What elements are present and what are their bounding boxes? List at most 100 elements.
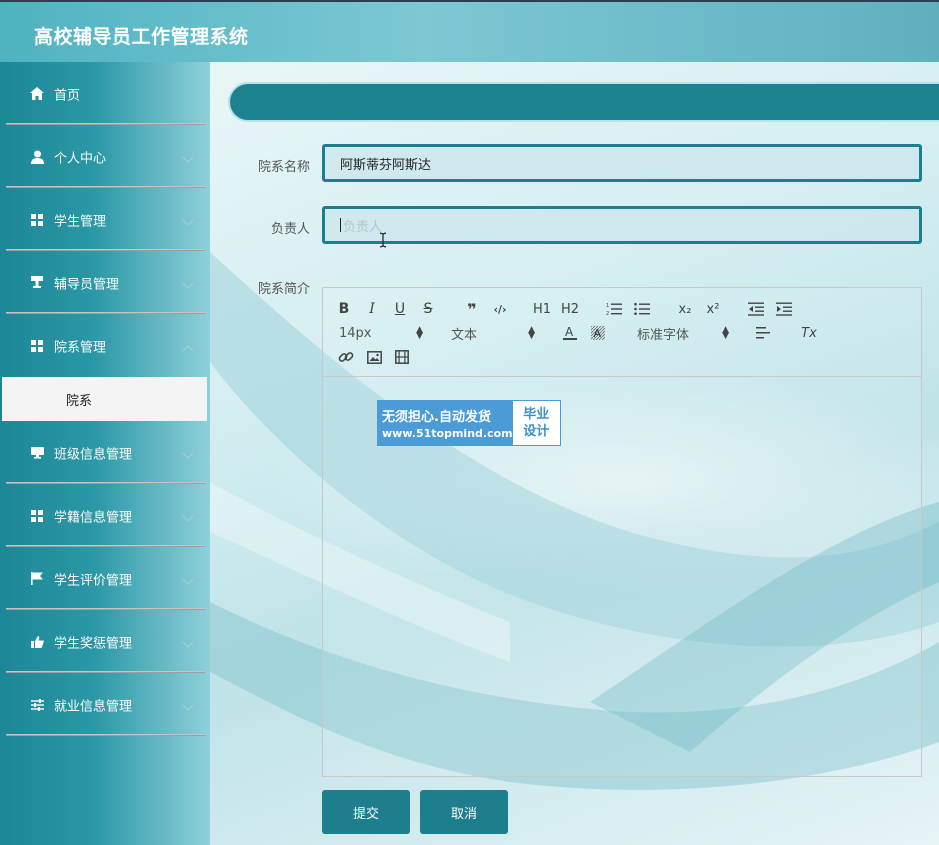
dept-name-value: 阿斯蒂芬阿斯达 [340, 157, 432, 173]
watermark-right-line2: 设计 [523, 424, 550, 439]
superscript-button[interactable]: x² [703, 300, 723, 318]
grid-icon [30, 213, 44, 227]
sidebar-item-student-management[interactable]: 学生管理 [0, 188, 210, 251]
font-family-value: 标准字体 [637, 327, 690, 343]
leader-placeholder: 负责人 [343, 219, 383, 235]
leader-input[interactable]: 负责人 [322, 206, 922, 244]
dept-name-input[interactable]: 阿斯蒂芬阿斯达 [322, 144, 922, 182]
underline-button[interactable]: U [391, 300, 409, 318]
chevron-up-icon [182, 342, 194, 351]
sidebar-item-department-management[interactable]: 院系管理 [0, 314, 210, 377]
heading2-button[interactable]: H2 [559, 300, 581, 318]
watermark-line1: 无须担心.自动发货 [382, 410, 491, 425]
intro-label: 院系简介 [257, 282, 310, 297]
font-size-value: 14px [339, 325, 372, 341]
sidebar-item-evaluation-management[interactable]: 学生评价管理 [0, 547, 210, 610]
sidebar: 首页 个人中心 学生管理 辅导员管理 院系管理 院系 班级信息管理 学籍信息管理… [0, 62, 210, 845]
svg-text:2: 2 [606, 311, 609, 316]
ordered-list-icon[interactable]: 12 [605, 300, 623, 318]
submit-button[interactable]: 提交 [322, 790, 410, 834]
top-header: 高校辅导员工作管理系统 [0, 0, 939, 62]
sidebar-item-label: 院系管理 [54, 340, 107, 355]
code-block-button[interactable]: ‹/› [489, 300, 511, 318]
select-arrows-icon: ▲ ▼ [416, 325, 423, 341]
block-type-value: 文本 [451, 327, 478, 343]
blockquote-button[interactable]: ❞ [463, 300, 481, 319]
clear-format-button[interactable]: Tx [799, 324, 819, 342]
sidebar-subitem-department[interactable]: 院系 [2, 377, 207, 421]
svg-text:A: A [565, 325, 574, 339]
chevron-down-icon [182, 638, 194, 648]
sidebar-item-label: 学生奖惩管理 [54, 636, 133, 651]
select-arrows-icon: ▲ ▼ [528, 325, 535, 341]
sidebar-item-label: 学籍信息管理 [54, 510, 133, 525]
chevron-down-icon [182, 449, 194, 459]
main-content: 院系名称 阿斯蒂芬阿斯达 负责人 负责人 院系简介 B I U S ❞ ‹/› … [210, 62, 939, 845]
app-title: 高校辅导员工作管理系统 [34, 26, 249, 48]
leader-label: 负责人 [270, 222, 310, 237]
strikethrough-button[interactable]: S [419, 300, 437, 318]
image-icon[interactable] [365, 348, 383, 366]
sidebar-item-label: 就业信息管理 [54, 699, 133, 714]
text-caret [340, 218, 341, 232]
flag-icon [30, 572, 44, 586]
podium-icon [30, 276, 44, 290]
heading1-button[interactable]: H1 [531, 300, 553, 318]
monitor-icon [30, 446, 44, 460]
watermark-right-line1: 毕业 [523, 407, 550, 422]
grid-icon [30, 339, 44, 353]
watermark-logo: 无须担心.自动发货 www.51topmind.com 毕业 设计 [377, 400, 561, 446]
bold-button[interactable]: B [335, 300, 353, 318]
select-arrows-icon: ▲ ▼ [722, 325, 729, 341]
font-size-select[interactable]: 14px ▲ ▼ [339, 324, 423, 342]
text-cursor-icon [379, 232, 387, 248]
sidebar-item-label: 学生评价管理 [54, 573, 133, 588]
subscript-button[interactable]: x₂ [675, 300, 695, 318]
chevron-down-icon [182, 216, 194, 226]
sidebar-item-label: 学生管理 [54, 214, 107, 229]
chevron-down-icon [182, 701, 194, 711]
bullet-list-icon[interactable] [633, 300, 651, 318]
sidebar-item-home[interactable]: 首页 [0, 62, 210, 125]
svg-text:1: 1 [606, 303, 609, 309]
sidebar-item-employment-management[interactable]: 就业信息管理 [0, 673, 210, 736]
thumbs-up-icon [30, 635, 44, 649]
rich-text-editor[interactable]: B I U S ❞ ‹/› H1 H2 12 x₂ x² 14px ▲ ▼ 文本… [322, 287, 922, 777]
menu-divider [6, 734, 205, 736]
italic-button[interactable]: I [363, 300, 381, 318]
cancel-button[interactable]: 取消 [420, 790, 508, 834]
page-banner [228, 82, 939, 122]
sidebar-item-class-management[interactable]: 班级信息管理 [0, 421, 210, 484]
sidebar-item-personal-center[interactable]: 个人中心 [0, 125, 210, 188]
background-color-icon[interactable]: A [589, 324, 607, 342]
sidebar-item-label: 辅导员管理 [54, 277, 120, 292]
link-icon[interactable] [337, 348, 355, 366]
align-left-icon[interactable] [755, 324, 773, 342]
sidebar-item-reward-management[interactable]: 学生奖惩管理 [0, 610, 210, 673]
user-icon [30, 150, 44, 164]
home-icon [30, 87, 44, 101]
chevron-down-icon [182, 575, 194, 585]
indent-icon[interactable] [775, 300, 793, 318]
clear-format-label: Tx [801, 325, 817, 341]
font-color-icon[interactable]: A [561, 324, 579, 342]
outdent-icon[interactable] [747, 300, 765, 318]
editor-toolbar: B I U S ❞ ‹/› H1 H2 12 x₂ x² 14px ▲ ▼ 文本… [323, 288, 921, 377]
sidebar-subitem-label: 院系 [66, 393, 93, 409]
chevron-down-icon [182, 153, 194, 163]
dept-name-label: 院系名称 [257, 160, 310, 175]
svg-text:A: A [594, 327, 602, 340]
sliders-icon [30, 698, 44, 712]
chevron-down-icon [182, 279, 194, 289]
video-icon[interactable] [393, 348, 411, 366]
sidebar-item-label: 班级信息管理 [54, 447, 133, 462]
grid-icon [30, 509, 44, 523]
sidebar-item-label: 个人中心 [54, 151, 107, 166]
sidebar-item-enrollment-management[interactable]: 学籍信息管理 [0, 484, 210, 547]
font-family-select[interactable]: 标准字体 ▲ ▼ [637, 324, 729, 343]
chevron-down-icon [182, 512, 194, 522]
sidebar-item-label: 首页 [54, 88, 81, 103]
block-type-select[interactable]: 文本 ▲ ▼ [451, 324, 535, 343]
watermark-url: www.51topmind.com [382, 427, 513, 440]
sidebar-item-counselor-management[interactable]: 辅导员管理 [0, 251, 210, 314]
